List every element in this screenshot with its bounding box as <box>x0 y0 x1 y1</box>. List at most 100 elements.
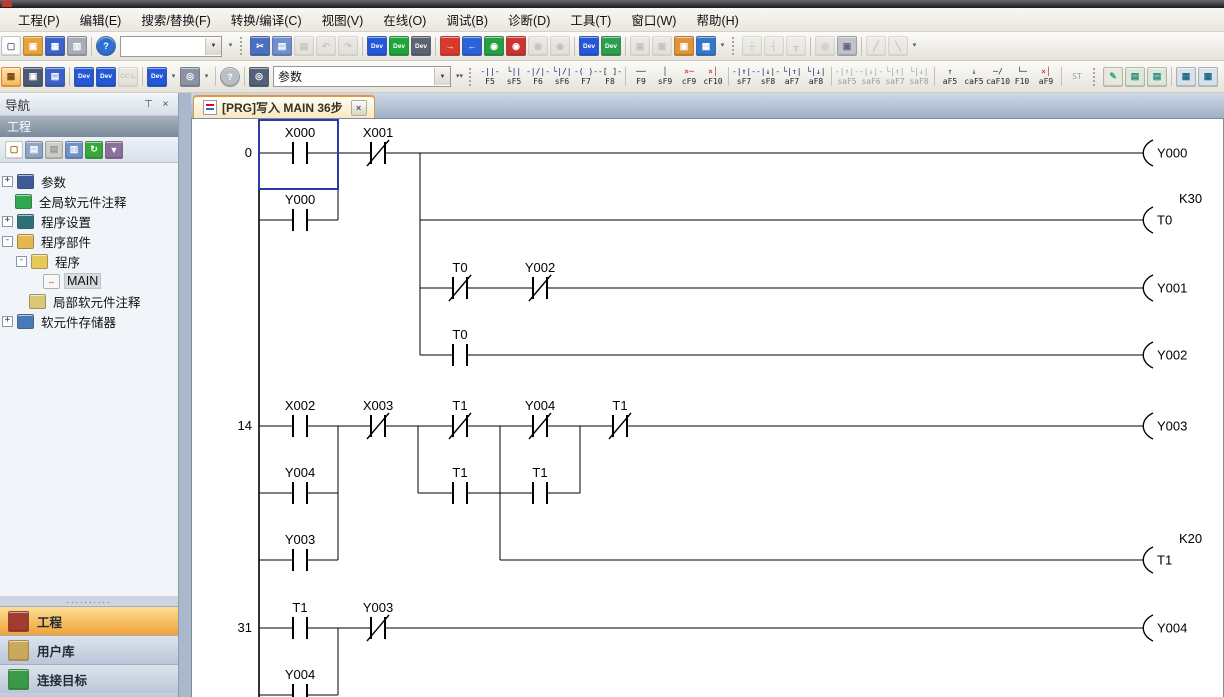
screen-monitor-button[interactable]: ▦ <box>696 36 716 56</box>
delete-line-button[interactable]: ×│aF9 <box>1034 63 1058 90</box>
pulse-negate-2-button[interactable]: -|↓|-saF6 <box>859 63 883 90</box>
tree-item-参数[interactable]: +参数 <box>0 171 178 191</box>
device-search-dropdown[interactable]: ▾ <box>201 66 212 88</box>
delete-vertical-button[interactable]: ×│cF10 <box>701 63 725 90</box>
toolbar-options-button[interactable]: ▾ <box>225 35 236 57</box>
statement-coil-button[interactable]: ▤ <box>1147 67 1167 87</box>
coil-Y004[interactable]: Y004 <box>1143 615 1187 641</box>
toolbar-grip[interactable] <box>240 37 245 55</box>
contact-Y000-no[interactable]: Y000 <box>285 192 315 231</box>
device-test-button[interactable]: ◎ <box>815 36 835 56</box>
close-contact-button[interactable]: -|/|-F6 <box>526 63 550 90</box>
tab-main-program[interactable]: [PRG]写入 MAIN 36步 × <box>193 95 375 118</box>
tree-item-软元件存储器[interactable]: +软元件存储器 <box>0 311 178 331</box>
device-display-dropdown[interactable]: ▾ <box>168 66 179 88</box>
contact-T1-nc[interactable]: T1 <box>609 398 631 439</box>
help-2-button[interactable]: ? <box>220 67 240 87</box>
undo-button[interactable]: ↶ <box>316 36 336 56</box>
read-from-plc-button[interactable]: ← <box>462 36 482 56</box>
menu-item-8[interactable]: 工具(T) <box>560 7 621 32</box>
new-project-button[interactable]: ▢ <box>1 36 21 56</box>
contact-Y004-no[interactable]: Y004 <box>285 465 315 504</box>
tree-item-局部软元件注释[interactable]: 局部软元件注释 <box>0 291 178 311</box>
pin-icon[interactable]: ⊤ <box>141 97 156 112</box>
device-display-2-button[interactable]: Dev <box>601 36 621 56</box>
sampling-trace-button[interactable]: ╥ <box>786 36 806 56</box>
paste-button[interactable]: ▤ <box>294 36 314 56</box>
sort-filter-button[interactable]: ▼ <box>105 141 123 159</box>
contact-Y002-nc[interactable]: Y002 <box>525 260 555 301</box>
pulse-negate-branch-1-button[interactable]: └|↑|saF7 <box>883 63 907 90</box>
menu-item-6[interactable]: 调试(B) <box>436 7 498 32</box>
device-display-menu-button[interactable]: Dev <box>147 67 167 87</box>
project-nav-button[interactable]: 工程 <box>0 606 178 635</box>
contact-Y004-no[interactable]: Y004 <box>285 667 315 697</box>
menu-item-9[interactable]: 窗口(W) <box>621 7 686 32</box>
quick-find-combo-dropdown-icon[interactable]: ▼ <box>205 38 221 55</box>
close-branch-button[interactable]: └|/|sF6 <box>550 63 574 90</box>
connection-destination-nav-button[interactable]: 连接目标 <box>0 664 178 693</box>
help-button[interactable]: ? <box>96 36 116 56</box>
tree-item-程序[interactable]: -程序 <box>0 251 178 271</box>
contact-T1-no[interactable]: T1 <box>532 465 547 504</box>
contact-T1-nc[interactable]: T1 <box>449 398 471 439</box>
device-list-button[interactable]: Dev <box>96 67 116 87</box>
menu-item-3[interactable]: 转换/编译(C) <box>221 7 312 32</box>
redo-button[interactable]: ↷ <box>338 36 358 56</box>
device-display-1-button[interactable]: Dev <box>579 36 599 56</box>
toolbar2-overflow-button[interactable]: ▾▾ <box>454 66 465 88</box>
find-target-combo[interactable]: 参数▼ <box>273 66 451 87</box>
scan-time-button[interactable]: ╱ <box>866 36 886 56</box>
rising-pulse-branch-button[interactable]: └|↑|aF7 <box>780 63 804 90</box>
device-search-button[interactable]: ◎ <box>180 67 200 87</box>
menu-item-10[interactable]: 帮助(H) <box>686 7 748 32</box>
toolbar1-overflow-button[interactable]: ▾ <box>717 35 728 57</box>
refresh-button[interactable]: ↻ <box>85 141 103 159</box>
find-button[interactable]: ◎ <box>249 67 269 87</box>
paste-data-button[interactable]: ▤ <box>45 141 63 159</box>
open-contact-button[interactable]: -||-F5 <box>478 63 502 90</box>
remote-operation-button[interactable]: ▣ <box>630 36 650 56</box>
device-comment-edit-button[interactable]: ▦ <box>1198 67 1218 87</box>
falling-pulse-branch-button[interactable]: └|↓|aF8 <box>804 63 828 90</box>
new-data-button[interactable]: ▢ <box>5 141 23 159</box>
device-batch-button[interactable]: Dev <box>411 36 431 56</box>
convert-pulse-button[interactable]: ↓caF5 <box>962 63 986 90</box>
print-button[interactable]: ▥ <box>67 36 87 56</box>
tree-item-程序设置[interactable]: +程序设置 <box>0 211 178 231</box>
device-comment-button[interactable]: Dev <box>74 67 94 87</box>
trace-start-button[interactable]: ┤ <box>764 36 784 56</box>
data-info-button[interactable]: ▥ <box>65 141 83 159</box>
menu-item-5[interactable]: 在线(O) <box>373 7 436 32</box>
contact-X000-no[interactable]: X000 <box>285 125 315 164</box>
menu-item-0[interactable]: 工程(P) <box>8 7 70 32</box>
save-project-button[interactable]: ▦ <box>45 36 65 56</box>
rising-pulse-button[interactable]: -|↑|-sF7 <box>732 63 756 90</box>
transfer-setup-button[interactable]: ▣ <box>674 36 694 56</box>
monitor-resume-button[interactable]: ◉ <box>550 36 570 56</box>
statement-contact-button[interactable]: ▤ <box>1125 67 1145 87</box>
monitor-pause-button[interactable]: ◉ <box>528 36 548 56</box>
quick-find-combo[interactable]: ▼ <box>120 36 222 57</box>
toolbar-grip[interactable] <box>732 37 737 55</box>
menu-item-2[interactable]: 搜索/替换(F) <box>131 7 220 32</box>
cut-button[interactable]: ✂ <box>250 36 270 56</box>
expand-icon[interactable]: + <box>2 316 13 327</box>
contact-T1-no[interactable]: T1 <box>292 600 307 639</box>
module-configuration-button[interactable]: ▣ <box>23 67 43 87</box>
menu-item-1[interactable]: 编辑(E) <box>70 7 132 32</box>
menu-item-7[interactable]: 诊断(D) <box>498 7 560 32</box>
vertical-line-button[interactable]: │sF9 <box>653 63 677 90</box>
navigation-window-toggle[interactable]: ▦ <box>1 67 21 87</box>
line-edit-button[interactable]: └─F10 <box>1010 63 1034 90</box>
remote-stop-button[interactable]: ▣ <box>652 36 672 56</box>
forced-io-button[interactable]: ▣ <box>837 36 857 56</box>
monitor-start-button[interactable]: ◉ <box>484 36 504 56</box>
delete-horizontal-button[interactable]: ×─cF9 <box>677 63 701 90</box>
collapse-icon[interactable]: - <box>16 256 27 267</box>
copy-button[interactable]: ▤ <box>272 36 292 56</box>
contact-T0-no[interactable]: T0 <box>452 327 467 366</box>
expand-icon[interactable]: + <box>2 216 13 227</box>
sidebar-splitter[interactable]: .......... <box>0 596 178 606</box>
work-window-button[interactable]: ▤ <box>45 67 65 87</box>
